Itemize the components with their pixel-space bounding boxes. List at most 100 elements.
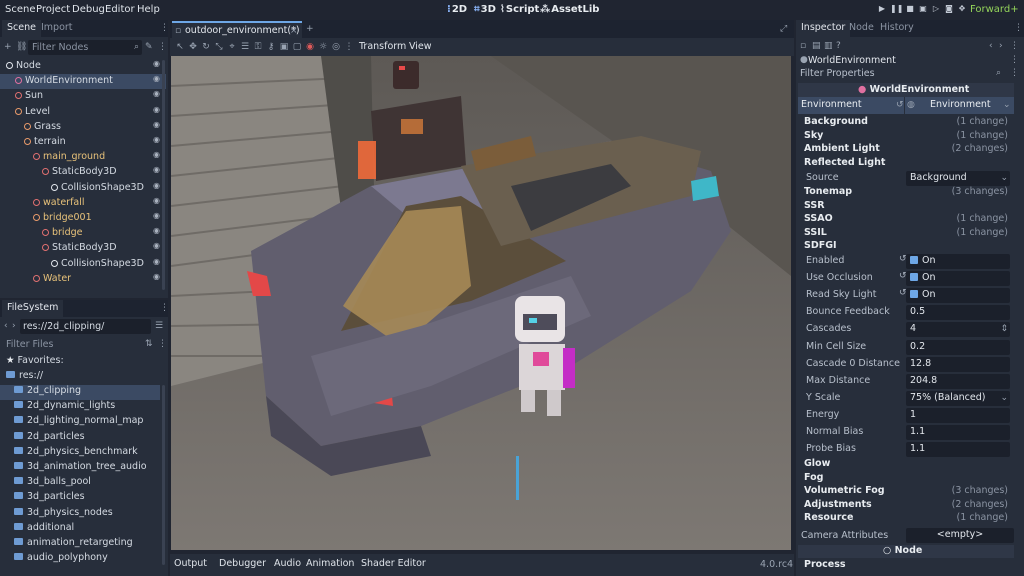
tree-node[interactable]: Sun ◉ bbox=[0, 89, 166, 104]
tree-node[interactable]: terrain ◉ bbox=[0, 135, 166, 150]
environment-resource-picker[interactable]: ◍ Environment ⌄ bbox=[905, 97, 1014, 114]
forward-icon[interactable]: › bbox=[12, 320, 16, 332]
transform-menu[interactable]: Transform bbox=[359, 41, 406, 52]
add-node-icon[interactable]: + bbox=[4, 41, 12, 53]
visibility-icon[interactable]: ◉ bbox=[153, 257, 160, 266]
visibility-icon[interactable]: ◉ bbox=[153, 150, 160, 159]
folder-item[interactable]: 2d_clipping bbox=[0, 385, 160, 400]
bottom-tab-output[interactable]: Output bbox=[174, 558, 207, 569]
sdfgi-value-field[interactable]: 12.8 bbox=[906, 356, 1010, 372]
bottom-tab-shader-editor[interactable]: Shader Editor bbox=[361, 558, 426, 569]
section-resource[interactable]: Resource (1 change) bbox=[798, 511, 1012, 525]
filter-files-input[interactable]: Filter Files bbox=[4, 337, 144, 352]
folder-item[interactable]: 3d_animation_tree_audio bbox=[0, 461, 160, 476]
tree-node[interactable]: main_ground ◉ bbox=[0, 150, 166, 165]
workspace-assetlib-button[interactable]: ⁂AssetLib bbox=[540, 4, 599, 15]
instance-icon[interactable]: ⛓ bbox=[16, 41, 27, 53]
fs-options-icon[interactable]: ⋮ bbox=[158, 338, 167, 350]
play-custom-icon[interactable]: ▷ bbox=[930, 3, 942, 15]
visibility-icon[interactable]: ◉ bbox=[153, 120, 160, 129]
filter-nodes-input[interactable]: Filter Nodes ⌕ bbox=[28, 40, 142, 55]
tree-node[interactable]: Level ◉ bbox=[0, 105, 166, 120]
sdfgi-value-field[interactable]: 0.2 bbox=[906, 339, 1010, 355]
folder-item[interactable]: 3d_physics_nodes bbox=[0, 507, 160, 522]
visibility-icon[interactable]: ◉ bbox=[153, 105, 160, 114]
folder-item[interactable]: additional bbox=[0, 522, 160, 537]
tab-filesystem[interactable]: FileSystem bbox=[2, 300, 64, 317]
sdfgi-value-field[interactable]: 0.5 bbox=[906, 305, 1010, 321]
visibility-icon[interactable]: ◉ bbox=[153, 181, 160, 190]
new-resource-icon[interactable]: ▫ bbox=[800, 40, 806, 52]
menu-project[interactable]: Project bbox=[36, 4, 70, 15]
tree-node[interactable]: CollisionShape3D ◉ bbox=[0, 181, 166, 196]
sdfgi-value-field[interactable]: On bbox=[906, 288, 1010, 304]
tree-node[interactable]: CollisionShape3D ◉ bbox=[0, 257, 166, 272]
close-icon[interactable]: × bbox=[290, 25, 298, 37]
res-root-item[interactable]: res:// bbox=[6, 370, 43, 385]
visibility-icon[interactable]: ◉ bbox=[153, 211, 160, 220]
select-icon[interactable]: ↖ bbox=[174, 41, 186, 53]
sdfgi-value-field[interactable]: On bbox=[906, 271, 1010, 287]
tab-node[interactable]: Node bbox=[844, 20, 879, 37]
sdfgi-value-field[interactable]: 75% (Balanced) ⌄ bbox=[906, 390, 1010, 406]
visibility-icon[interactable]: ◉ bbox=[153, 226, 160, 235]
bottom-tab-audio[interactable]: Audio bbox=[274, 558, 301, 569]
folder-item[interactable]: 3d_balls_pool bbox=[0, 476, 160, 491]
revert-icon[interactable]: ↺ bbox=[896, 99, 904, 111]
tree-scrollbar[interactable] bbox=[162, 60, 165, 290]
renderer-select[interactable]: Forward+ bbox=[970, 4, 1019, 15]
scale-icon[interactable]: ⤡ bbox=[213, 41, 225, 53]
stop-icon[interactable]: ■ bbox=[904, 3, 916, 15]
save-icon[interactable]: ▥ bbox=[824, 40, 833, 52]
section-sdfgi[interactable]: SDFGI bbox=[798, 239, 1012, 253]
view-menu[interactable]: View bbox=[409, 41, 432, 52]
rotate-icon[interactable]: ↻ bbox=[200, 41, 212, 53]
play-icon[interactable]: ▶ bbox=[876, 3, 888, 15]
pause-icon[interactable]: ❚❚ bbox=[890, 3, 903, 15]
env-icon[interactable]: ◎ bbox=[330, 41, 342, 53]
sdfgi-value-field[interactable]: 204.8 bbox=[906, 373, 1010, 389]
section-ssao[interactable]: SSAO (1 change) bbox=[798, 212, 1012, 226]
folder-item[interactable]: 2d_particles bbox=[0, 431, 160, 446]
tree-node[interactable]: Water ◉ bbox=[0, 272, 166, 287]
load-icon[interactable]: ▤ bbox=[812, 40, 821, 52]
menu-editor[interactable]: Editor bbox=[105, 4, 135, 15]
sdfgi-value-field[interactable]: 1.1 bbox=[906, 442, 1010, 458]
folder-item[interactable]: 2d_physics_benchmark bbox=[0, 446, 160, 461]
folder-item[interactable]: audio_polyphony bbox=[0, 552, 160, 567]
workspace-3d-button[interactable]: ⌗3D bbox=[474, 4, 496, 15]
section-fog[interactable]: Fog bbox=[798, 471, 1012, 485]
section-reflected-light[interactable]: Reflected Light bbox=[798, 156, 1012, 170]
tab-history[interactable]: History bbox=[875, 20, 919, 37]
history-back-icon[interactable]: ‹ bbox=[989, 40, 993, 52]
scene-menu-icon[interactable]: ⋮ bbox=[158, 41, 167, 53]
tree-node[interactable]: bridge001 ◉ bbox=[0, 211, 166, 226]
menu-scene[interactable]: Scene bbox=[5, 4, 36, 15]
visibility-icon[interactable]: ◉ bbox=[153, 272, 160, 281]
play-scene-icon[interactable]: ▣ bbox=[917, 3, 929, 15]
menu-debug[interactable]: Debug bbox=[72, 4, 105, 15]
visibility-icon[interactable]: ◉ bbox=[153, 241, 160, 250]
visibility-icon[interactable]: ◉ bbox=[153, 59, 160, 68]
tree-node[interactable]: bridge ◉ bbox=[0, 226, 166, 241]
ungroup-icon[interactable]: ▢ bbox=[291, 41, 303, 53]
filter-properties-input[interactable]: Filter Properties bbox=[798, 67, 998, 81]
tree-node[interactable]: Grass ◉ bbox=[0, 120, 166, 135]
tree-node[interactable]: waterfall ◉ bbox=[0, 196, 166, 211]
fs-menu-icon[interactable]: ⋮ bbox=[160, 302, 169, 314]
path-input[interactable]: res://2d_clipping/ bbox=[20, 319, 151, 334]
tree-node[interactable]: StaticBody3D ◉ bbox=[0, 241, 166, 256]
move-icon[interactable]: ✥ bbox=[187, 41, 199, 53]
movie-icon[interactable]: ◙ bbox=[943, 3, 955, 15]
history-forward-icon[interactable]: › bbox=[999, 40, 1003, 52]
group-icon[interactable]: ▣ bbox=[278, 41, 290, 53]
tab-inspector[interactable]: Inspector bbox=[796, 20, 851, 37]
folder-item[interactable]: 3d_particles bbox=[0, 491, 160, 506]
back-icon[interactable]: ‹ bbox=[4, 320, 8, 332]
visibility-icon[interactable]: ◉ bbox=[153, 135, 160, 144]
sdfgi-value-field[interactable]: 1 bbox=[906, 407, 1010, 423]
folder-item[interactable]: 2d_dynamic_lights bbox=[0, 400, 160, 415]
menu-help[interactable]: Help bbox=[137, 4, 160, 15]
visibility-icon[interactable]: ◉ bbox=[153, 196, 160, 205]
add-tab-icon[interactable]: + bbox=[306, 23, 314, 35]
